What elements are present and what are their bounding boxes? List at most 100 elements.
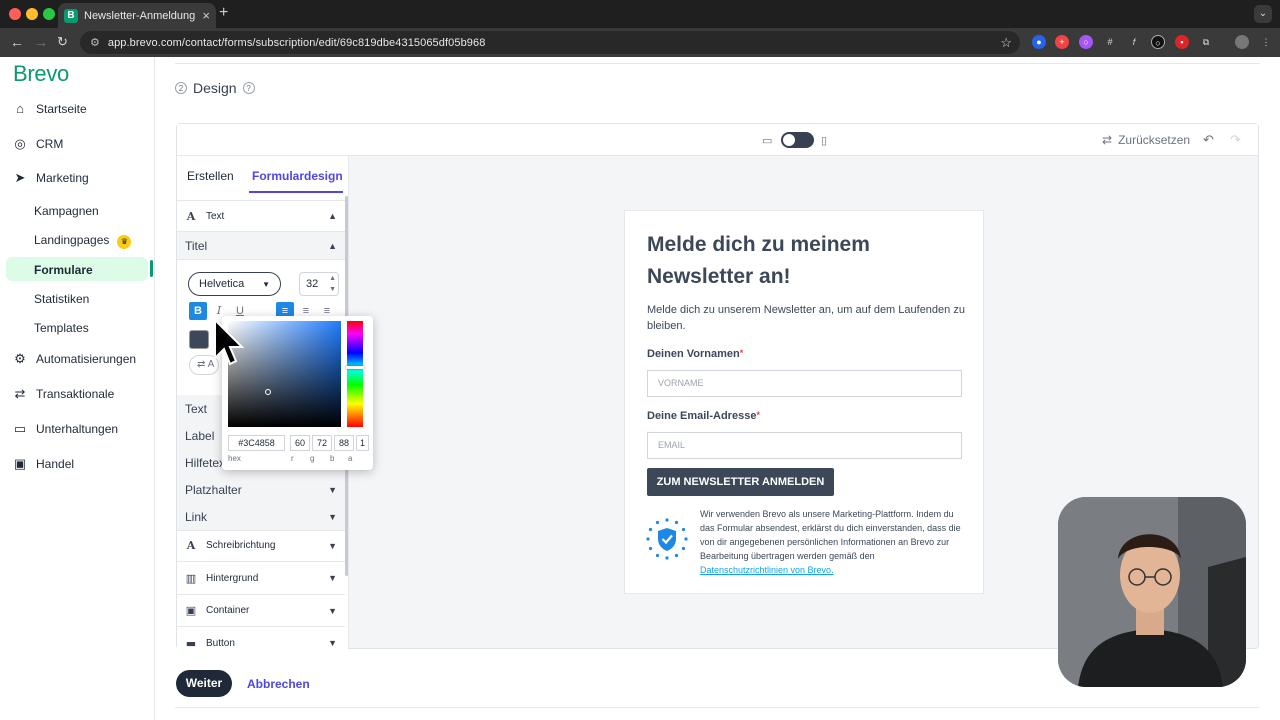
next-button[interactable]: Weiter bbox=[176, 670, 232, 697]
extension-5-icon[interactable]: ▪ bbox=[1175, 35, 1189, 49]
maximize-window-button[interactable] bbox=[43, 8, 55, 20]
a-label: a bbox=[348, 454, 353, 463]
forward-icon[interactable]: → bbox=[34, 34, 48, 50]
extension-1-icon[interactable]: ● bbox=[1032, 35, 1046, 49]
nav-statistiken[interactable]: Statistiken bbox=[34, 292, 89, 306]
hue-slider[interactable] bbox=[346, 321, 364, 427]
bookmark-star-icon[interactable]: ☆ bbox=[1000, 35, 1012, 51]
section-title: Design bbox=[193, 80, 237, 96]
alpha-input[interactable]: 1 bbox=[356, 435, 369, 451]
nav-kampagnen[interactable]: Kampagnen bbox=[34, 204, 99, 218]
extension-fx-icon[interactable]: f bbox=[1127, 35, 1141, 49]
nav-label: Automatisierungen bbox=[36, 352, 137, 366]
tab-close-icon[interactable]: × bbox=[202, 8, 210, 23]
decrement-icon[interactable]: ▼ bbox=[329, 286, 336, 293]
browser-tab[interactable]: B Newsletter-Anmeldung - Brevo × bbox=[58, 3, 216, 28]
nav-label: CRM bbox=[36, 137, 64, 151]
crown-icon: ♛ bbox=[117, 235, 132, 249]
email-input[interactable]: EMAIL bbox=[647, 432, 962, 459]
tab-search-icon[interactable]: ⌄ bbox=[1254, 5, 1272, 23]
firstname-label: Deinen Vornamen* bbox=[647, 348, 743, 360]
chevron-down-icon: ▼ bbox=[328, 605, 337, 616]
schreibrichtung-row[interactable]: A Schreibrichtung ▼ bbox=[177, 530, 345, 562]
button-row[interactable]: ▬ Button ▼ bbox=[177, 627, 345, 650]
minimize-window-button[interactable] bbox=[26, 8, 38, 20]
link-row[interactable]: Link ▼ bbox=[177, 503, 345, 531]
red-input[interactable]: 60 bbox=[290, 435, 310, 451]
hue-knob[interactable] bbox=[346, 366, 364, 369]
privacy-link[interactable]: Datenschutzrichtlinien von Brevo. bbox=[700, 565, 834, 575]
undo-icon[interactable]: ↶ bbox=[1203, 132, 1214, 148]
blue-input[interactable]: 88 bbox=[334, 435, 354, 451]
font-select[interactable]: Helvetica ▼ bbox=[188, 272, 281, 296]
extension-4-icon[interactable]: ○ bbox=[1151, 35, 1165, 49]
green-input[interactable]: 72 bbox=[312, 435, 332, 451]
form-description[interactable]: Melde dich zu unserem Newsletter an, um … bbox=[647, 302, 967, 334]
hex-input[interactable]: #3C4858 bbox=[228, 435, 285, 451]
hintergrund-row[interactable]: ▥ Hintergrund ▼ bbox=[177, 562, 345, 595]
form-preview: Melde dich zu meinem Newsletter an! Meld… bbox=[624, 210, 984, 594]
toggle-knob bbox=[783, 134, 795, 146]
label-text: Deine Email-Adresse bbox=[647, 410, 757, 422]
extension-2-icon[interactable]: + bbox=[1055, 35, 1069, 49]
brevo-logo[interactable]: Brevo bbox=[13, 61, 69, 87]
font-size-input[interactable]: 32 ▲ ▼ bbox=[299, 272, 339, 296]
nav-handel[interactable]: ▣ Handel bbox=[13, 457, 75, 472]
back-icon[interactable]: ← bbox=[10, 34, 24, 50]
color-cursor[interactable] bbox=[265, 389, 271, 395]
form-title[interactable]: Melde dich zu meinem Newsletter an! bbox=[647, 229, 967, 293]
new-tab-icon[interactable]: + bbox=[219, 4, 228, 22]
nav-label: Handel bbox=[36, 457, 75, 471]
container-icon: ▣ bbox=[185, 604, 197, 617]
subscribe-button[interactable]: ZUM NEWSLETTER ANMELDEN bbox=[647, 468, 834, 496]
increment-icon[interactable]: ▲ bbox=[329, 275, 336, 282]
device-toggle[interactable] bbox=[781, 132, 814, 148]
tab-erstellen[interactable]: Erstellen bbox=[187, 169, 234, 183]
site-info-icon[interactable]: ⚙ bbox=[90, 36, 100, 49]
reset-icon: ⇄ bbox=[1102, 133, 1113, 147]
text-icon: A bbox=[186, 209, 196, 223]
nav-landingpages[interactable]: Landingpages ♛ bbox=[34, 233, 132, 249]
container-row[interactable]: ▣ Container ▼ bbox=[177, 595, 345, 627]
browser-menu-icon[interactable]: ⋮ bbox=[1259, 35, 1273, 49]
color-swatch[interactable] bbox=[189, 330, 209, 349]
nav-unterhaltungen[interactable]: ▭ Unterhaltungen bbox=[13, 422, 119, 437]
address-bar[interactable]: ⚙ app.brevo.com/contact/forms/subscripti… bbox=[80, 31, 1020, 54]
nav-transaktionale[interactable]: ⇄ Transaktionale bbox=[13, 387, 115, 402]
send-icon: ➤ bbox=[14, 170, 26, 185]
extensions-puzzle-icon[interactable]: ⧉ bbox=[1199, 35, 1213, 49]
mobile-icon[interactable]: ▯ bbox=[821, 134, 827, 147]
row-label: Text bbox=[206, 210, 225, 222]
text-section-header[interactable]: A Text ▲ bbox=[177, 200, 345, 232]
extension-3-icon[interactable]: ○ bbox=[1079, 35, 1093, 49]
nav-crm[interactable]: ◎ CRM bbox=[13, 137, 64, 152]
nav-label: Unterhaltungen bbox=[36, 422, 119, 436]
b-label: b bbox=[330, 454, 335, 463]
help-icon[interactable]: ? bbox=[242, 82, 255, 94]
nav-formulare[interactable]: Formulare bbox=[34, 263, 93, 277]
g-label: g bbox=[310, 454, 315, 463]
browser-toolbar: ← → ↻ ⚙ app.brevo.com/contact/forms/subs… bbox=[0, 28, 1280, 57]
nav-startseite[interactable]: ⌂ Startseite bbox=[13, 102, 87, 117]
chevron-down-icon: ▼ bbox=[262, 279, 270, 289]
platzhalter-row[interactable]: Platzhalter ▼ bbox=[177, 476, 345, 504]
firstname-input[interactable]: VORNAME bbox=[647, 370, 962, 397]
close-window-button[interactable] bbox=[9, 8, 21, 20]
nav-marketing[interactable]: ➤ Marketing bbox=[13, 170, 89, 186]
eu-gdpr-shield-icon bbox=[646, 518, 688, 560]
cancel-button[interactable]: Abbrechen bbox=[247, 677, 310, 691]
desktop-icon[interactable]: ▭ bbox=[762, 134, 772, 147]
titel-row[interactable]: Titel ▲ bbox=[177, 232, 345, 260]
tab-formulardesign[interactable]: Formulardesign bbox=[252, 169, 343, 183]
extension-hash-icon[interactable]: # bbox=[1103, 35, 1117, 49]
nav-templates[interactable]: Templates bbox=[34, 321, 89, 335]
bold-button[interactable]: B bbox=[189, 302, 207, 320]
font-value: Helvetica bbox=[199, 278, 245, 290]
reset-button[interactable]: ⇄ Zurücksetzen bbox=[1102, 133, 1190, 147]
email-label: Deine Email-Adresse* bbox=[647, 410, 760, 422]
redo-icon[interactable]: ↷ bbox=[1230, 132, 1241, 148]
row-label: Hintergrund bbox=[206, 572, 259, 584]
profile-avatar[interactable] bbox=[1235, 35, 1249, 49]
reload-icon[interactable]: ↻ bbox=[57, 34, 68, 50]
nav-automatisierungen[interactable]: ⚙ Automatisierungen bbox=[13, 352, 137, 367]
